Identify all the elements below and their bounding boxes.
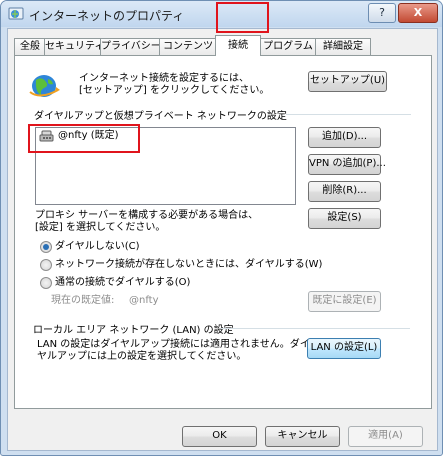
radio-always-dial[interactable] (40, 277, 52, 289)
connections-tab-highlight (216, 2, 269, 33)
cancel-button[interactable]: キャンセル (265, 426, 340, 447)
tab-advanced[interactable]: 詳細設定 (315, 38, 371, 55)
add-vpn-button[interactable]: VPN の追加(P)... (308, 154, 386, 175)
proxy-instruction-line2: [設定] を選択してください。 (35, 222, 166, 233)
current-default-label: 現在の既定値: (51, 295, 115, 306)
lan-settings-button[interactable]: LAN の設定(L) (307, 338, 381, 359)
close-button[interactable]: X (398, 3, 438, 23)
radio-never-dial-label[interactable]: ダイヤルしない(C) (55, 241, 140, 253)
current-default-value: @nfty (129, 295, 159, 306)
setup-button[interactable]: セットアップ(U) (308, 71, 387, 92)
lan-section-title: ローカル エリア ネットワーク (LAN) の設定 (33, 325, 234, 336)
radio-dial-no-network[interactable] (40, 259, 52, 271)
globe-network-icon (29, 75, 60, 97)
tab-general[interactable]: 全般 (14, 38, 46, 55)
radio-always-dial-label[interactable]: 通常の接続でダイヤルする(O) (55, 277, 190, 289)
dialup-section-title: ダイヤルアップと仮想プライベート ネットワークの設定 (34, 111, 287, 122)
dialup-divider (286, 114, 411, 115)
tab-security[interactable]: セキュリティ (44, 38, 104, 55)
setup-description-line2: [セットアップ] をクリックしてください。 (79, 85, 270, 96)
apply-button[interactable]: 適用(A) (348, 426, 423, 447)
lan-note-line2: ヤルアップには上の設定を選択してください。 (37, 351, 247, 362)
proxy-instruction-line1: プロキシ サーバーを構成する必要がある場合は、 (35, 210, 259, 221)
setup-description-line1: インターネット接続を設定するには、 (79, 73, 249, 84)
radio-dial-no-network-label[interactable]: ネットワーク接続が存在しないときには、ダイヤルする(W) (55, 259, 322, 271)
dialog-body: 全般 セキュリティ プライバシー コンテンツ 接続 プログラム 詳細設定 インタ… (7, 28, 438, 451)
add-button[interactable]: 追加(D)... (308, 127, 381, 148)
help-button[interactable]: ? (368, 3, 396, 23)
window-title: インターネットのプロパティ (29, 9, 185, 23)
lan-divider (221, 328, 410, 329)
tab-connections[interactable]: 接続 (215, 35, 261, 56)
lan-note-line1: LAN の設定はダイヤルアップ接続には適用されません。ダイ (37, 339, 310, 350)
tab-contents[interactable]: コンテンツ (159, 38, 217, 55)
radio-never-dial[interactable] (40, 241, 52, 253)
tab-programs[interactable]: プログラム (259, 38, 317, 55)
internet-properties-window: インターネットのプロパティ ? X 全般 セキュリティ プライバシー コンテンツ… (0, 0, 443, 456)
set-default-button[interactable]: 既定に設定(E) (308, 291, 381, 312)
settings-button[interactable]: 設定(S) (308, 208, 381, 229)
internet-options-icon (8, 7, 24, 20)
connection-item-highlight (28, 124, 140, 153)
remove-button[interactable]: 削除(R)... (308, 181, 381, 202)
tab-privacy[interactable]: プライバシー (100, 38, 161, 55)
ok-button[interactable]: OK (182, 426, 257, 447)
